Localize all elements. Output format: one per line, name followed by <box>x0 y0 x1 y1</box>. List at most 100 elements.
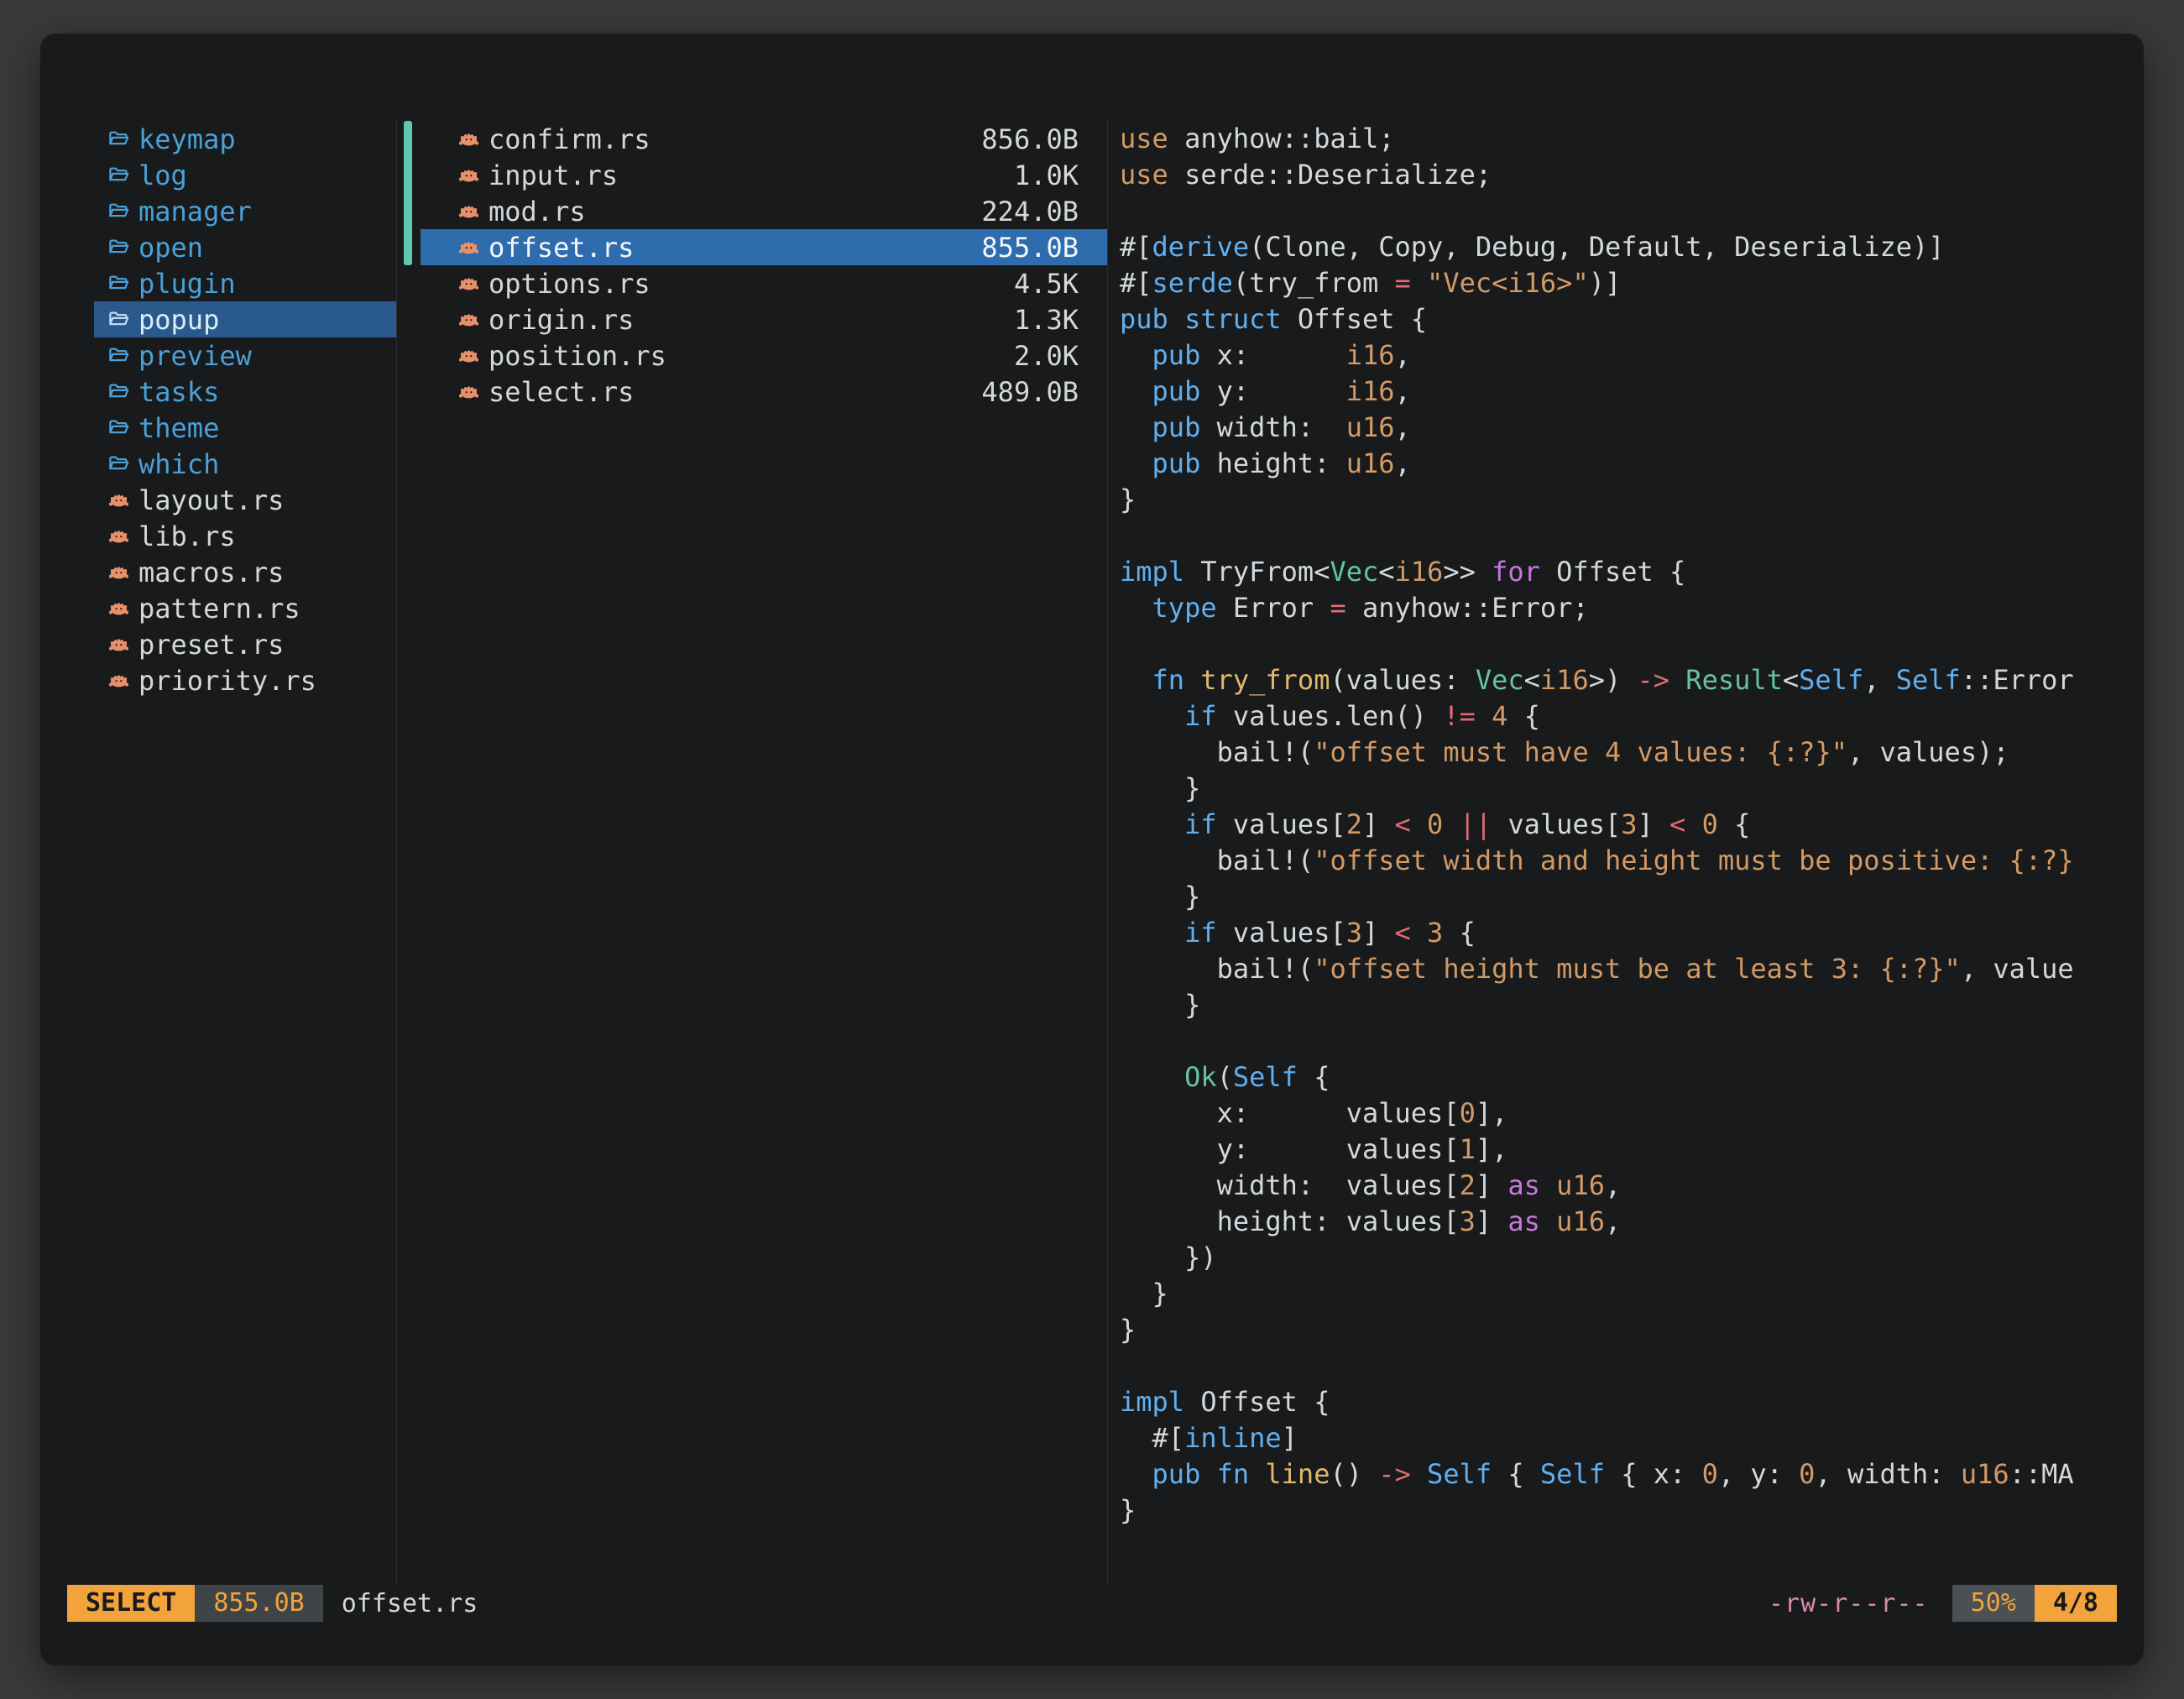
code-line: } <box>1120 1312 2108 1348</box>
file-row-mod-rs[interactable]: mod.rs 224.0B <box>421 193 1107 229</box>
sidebar-item-pattern-rs[interactable]: pattern.rs <box>94 590 396 626</box>
sidebar-item-lib-rs[interactable]: lib.rs <box>94 518 396 554</box>
folder-open-icon <box>107 236 130 259</box>
code-line: height: values[3] as u16, <box>1120 1204 2108 1240</box>
sidebar-item-label: priority.rs <box>138 665 316 697</box>
code-line: impl TryFrom<Vec<i16>> for Offset { <box>1120 554 2108 590</box>
sidebar-item-theme[interactable]: theme <box>94 410 396 446</box>
sidebar-item-popup[interactable]: popup <box>94 301 396 337</box>
code-line: bail!("offset height must be at least 3:… <box>1120 951 2108 987</box>
code-line: } <box>1120 771 2108 807</box>
rust-file-icon <box>457 236 480 259</box>
code-line: pub x: i16, <box>1120 337 2108 374</box>
status-bar: SELECT 855.0B offset.rs -rw-r--r-- 50% 4… <box>67 1585 2117 1622</box>
scroll-percent-badge: 50% <box>1952 1585 2035 1622</box>
sidebar-item-preset-rs[interactable]: preset.rs <box>94 626 396 662</box>
file-size: 1.3K <box>1014 304 1079 336</box>
sidebar-item-tasks[interactable]: tasks <box>94 374 396 410</box>
folder-open-icon <box>107 344 130 367</box>
code-line: use serde::Deserialize; <box>1120 157 2108 193</box>
code-line: pub struct Offset { <box>1120 301 2108 337</box>
rust-file-icon <box>107 561 130 583</box>
sidebar-item-manager[interactable]: manager <box>94 193 396 229</box>
sidebar-item-label: lib.rs <box>138 520 236 552</box>
rust-file-icon <box>457 164 480 186</box>
file-row-confirm-rs[interactable]: confirm.rs 856.0B <box>421 121 1107 157</box>
rust-file-icon <box>457 128 480 150</box>
rust-file-icon <box>107 669 130 692</box>
sidebar-item-keymap[interactable]: keymap <box>94 121 396 157</box>
file-list-scrollbar[interactable] <box>404 121 412 265</box>
rust-file-icon <box>107 633 130 656</box>
folder-open-icon <box>107 416 130 439</box>
code-line: width: values[2] as u16, <box>1120 1168 2108 1204</box>
rust-file-icon <box>457 200 480 222</box>
sidebar-item-preview[interactable]: preview <box>94 337 396 374</box>
rust-file-icon <box>457 380 480 403</box>
sidebar-item-layout-rs[interactable]: layout.rs <box>94 482 396 518</box>
file-row-input-rs[interactable]: input.rs 1.0K <box>421 157 1107 193</box>
code-line: } <box>1120 987 2108 1023</box>
sidebar-item-open[interactable]: open <box>94 229 396 265</box>
code-line: pub height: u16, <box>1120 446 2108 482</box>
code-line <box>1120 193 2108 229</box>
code-line: #[inline] <box>1120 1420 2108 1456</box>
code-line: }) <box>1120 1240 2108 1276</box>
current-directory-pane: confirm.rs 856.0B input.rs 1.0K <box>397 121 1107 1622</box>
code-line: } <box>1120 879 2108 915</box>
file-size: 2.0K <box>1014 340 1079 372</box>
file-row-position-rs[interactable]: position.rs 2.0K <box>421 337 1107 374</box>
rust-file-icon <box>107 597 130 619</box>
file-name: origin.rs <box>489 304 1006 336</box>
terminal-window: keymap log manager open <box>40 34 2144 1665</box>
code-line: pub fn line() -> Self { Self { x: 0, y: … <box>1120 1456 2108 1493</box>
sidebar-item-macros-rs[interactable]: macros.rs <box>94 554 396 590</box>
sidebar-item-which[interactable]: which <box>94 446 396 482</box>
sidebar-list: keymap log manager open <box>67 121 396 698</box>
panes: keymap log manager open <box>67 121 2117 1622</box>
sidebar-item-label: manager <box>138 196 252 227</box>
file-size: 4.5K <box>1014 268 1079 300</box>
file-row-options-rs[interactable]: options.rs 4.5K <box>421 265 1107 301</box>
sidebar-item-label: popup <box>138 304 219 336</box>
file-size: 1.0K <box>1014 159 1079 191</box>
file-row-origin-rs[interactable]: origin.rs 1.3K <box>421 301 1107 337</box>
cursor-position-badge: 4/8 <box>2035 1585 2117 1622</box>
folder-open-icon <box>107 128 130 150</box>
file-row-offset-rs[interactable]: offset.rs 855.0B <box>421 229 1107 265</box>
sidebar-item-label: plugin <box>138 268 236 300</box>
code-line <box>1120 1348 2108 1384</box>
code-line: if values[2] < 0 || values[3] < 0 { <box>1120 807 2108 843</box>
status-filename: offset.rs <box>342 1589 478 1618</box>
code-line: #[derive(Clone, Copy, Debug, Default, De… <box>1120 229 2108 265</box>
preview-pane: use anyhow::bail;use serde::Deserialize;… <box>1108 121 2117 1622</box>
code-line: } <box>1120 1493 2108 1529</box>
sidebar-item-priority-rs[interactable]: priority.rs <box>94 662 396 698</box>
code-line: bail!("offset must have 4 values: {:?}",… <box>1120 734 2108 771</box>
sidebar-item-label: which <box>138 448 219 480</box>
file-size: 856.0B <box>981 123 1079 155</box>
folder-open-icon <box>107 452 130 475</box>
sidebar-item-label: macros.rs <box>138 557 284 588</box>
code-line: #[serde(try_from = "Vec<i16>")] <box>1120 265 2108 301</box>
code-line: if values[3] < 3 { <box>1120 915 2108 951</box>
file-size-badge: 855.0B <box>195 1585 322 1622</box>
rust-file-icon <box>457 344 480 367</box>
sidebar-item-label: pattern.rs <box>138 593 300 625</box>
file-row-select-rs[interactable]: select.rs 489.0B <box>421 374 1107 410</box>
code-line <box>1120 1023 2108 1059</box>
code-line <box>1120 626 2108 662</box>
rust-file-icon <box>457 272 480 295</box>
folder-open-icon <box>107 380 130 403</box>
file-permissions: -rw-r--r-- <box>1769 1589 1929 1618</box>
code-line: fn try_from(values: Vec<i16>) -> Result<… <box>1120 662 2108 698</box>
code-line: } <box>1120 482 2108 518</box>
sidebar-item-label: open <box>138 232 203 264</box>
sidebar-item-plugin[interactable]: plugin <box>94 265 396 301</box>
file-name: offset.rs <box>489 232 973 264</box>
sidebar-item-label: tasks <box>138 376 219 408</box>
sidebar-item-log[interactable]: log <box>94 157 396 193</box>
code-preview: use anyhow::bail;use serde::Deserialize;… <box>1120 121 2108 1529</box>
rust-file-icon <box>107 489 130 511</box>
file-name: mod.rs <box>489 196 973 227</box>
